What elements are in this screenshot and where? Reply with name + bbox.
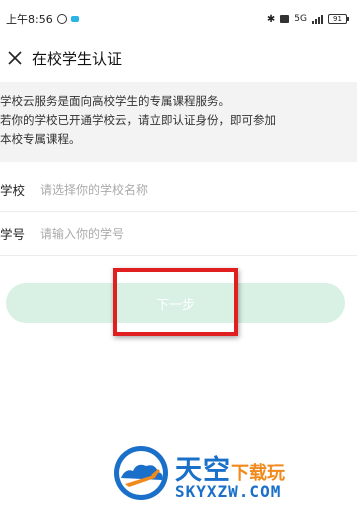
close-button[interactable]	[4, 47, 26, 69]
school-label: 学校	[0, 183, 26, 198]
app-notification-icon	[70, 16, 79, 22]
notice-line-2: 若你的学校已开通学校云，请立即认证身份，即可参加	[0, 113, 276, 127]
status-bar: 上午8:56 ✱ 5G 91	[0, 0, 357, 38]
close-icon	[8, 51, 22, 65]
school-select-field[interactable]	[40, 182, 357, 197]
notice-panel: 学校云服务是面向高校学生的专属课程服务。 若你的学校已开通学校云，请立即认证身份…	[0, 82, 357, 162]
notice-line-3: 本校专属课程。	[0, 132, 81, 146]
status-left: 上午8:56	[6, 11, 79, 27]
next-step-button[interactable]: 下一步	[6, 283, 345, 323]
status-right: ✱ 5G 91	[266, 13, 349, 25]
notice-line-1: 学校云服务是面向高校学生的专属课程服务。	[0, 94, 230, 108]
page-title: 在校学生认证	[32, 49, 123, 68]
status-time: 上午8:56	[6, 13, 53, 26]
student-id-row[interactable]: 学号	[0, 212, 357, 256]
watermark-domain: SKYXZW.COM	[175, 482, 282, 501]
school-row[interactable]: 学校	[0, 168, 357, 212]
nav-bar: 在校学生认证	[0, 38, 357, 78]
cloud-plane-logo-icon	[114, 446, 168, 500]
alarm-icon	[56, 14, 67, 24]
nfc-icon	[280, 15, 290, 23]
student-id-label: 学号	[0, 227, 26, 242]
signal-icon	[312, 14, 323, 24]
bluetooth-icon: ✱	[266, 13, 276, 25]
student-id-input[interactable]	[40, 226, 357, 241]
network-label: 5G	[294, 14, 307, 24]
watermark-title-sub: 下载玩	[231, 463, 285, 484]
battery-icon: 91	[328, 14, 349, 24]
watermark-logo: 天空下载玩 SKYXZW.COM	[111, 444, 357, 505]
